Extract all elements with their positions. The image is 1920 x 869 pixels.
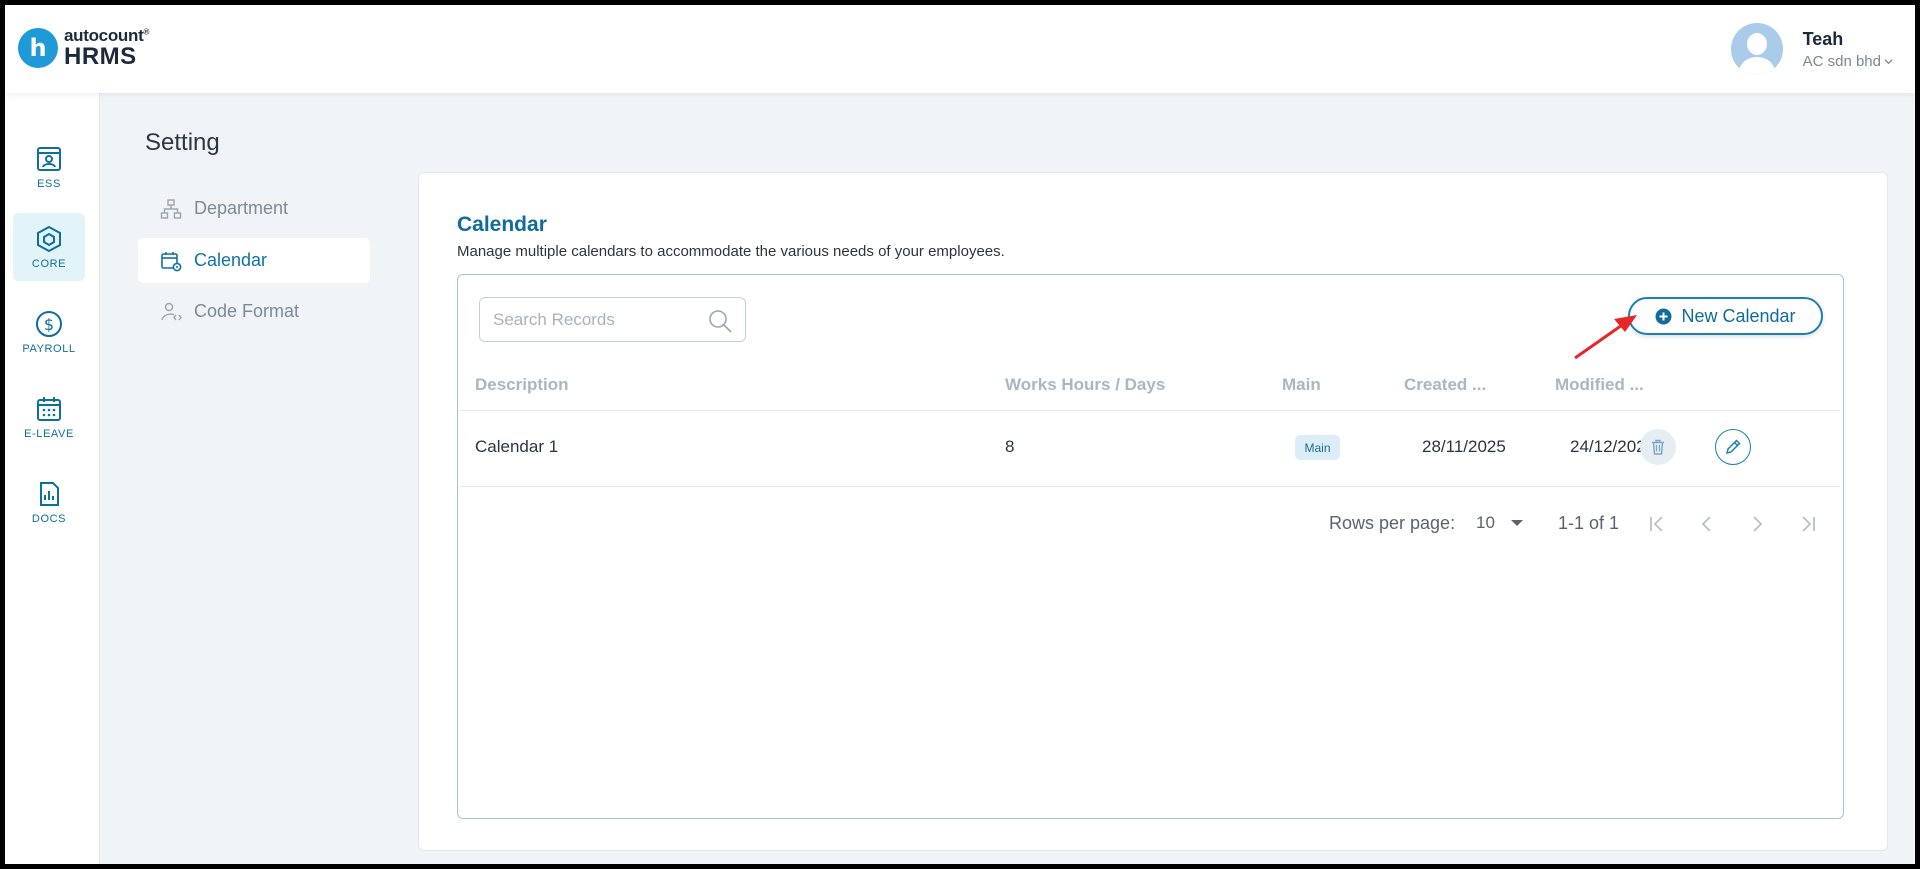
calendar-card: Calendar Manage multiple calendars to ac… bbox=[418, 172, 1888, 851]
rail-item-e-leave[interactable]: E-LEAVE bbox=[13, 383, 85, 451]
top-bar: h autocount® HRMS Teah AC sdn bhd bbox=[5, 5, 1915, 93]
rail-label: E-LEAVE bbox=[24, 427, 74, 440]
chevron-left-icon bbox=[1701, 516, 1711, 532]
submenu-item-calendar[interactable]: Calendar bbox=[138, 238, 370, 283]
calendar-gear-icon bbox=[161, 251, 182, 271]
submenu-item-code-format[interactable]: Code Format bbox=[138, 289, 370, 334]
submenu-label: Code Format bbox=[194, 301, 300, 321]
company-name: AC sdn bhd bbox=[1802, 52, 1881, 70]
column-header-created[interactable]: Created ... bbox=[1404, 375, 1486, 395]
submenu-label: Calendar bbox=[194, 250, 268, 270]
user-menu[interactable]: Teah AC sdn bhd bbox=[1730, 23, 1893, 75]
rows-per-page-select[interactable]: 10 bbox=[1476, 513, 1523, 533]
row-divider bbox=[460, 486, 1840, 487]
rail-item-payroll[interactable]: $ PAYROLL bbox=[13, 298, 85, 366]
chevron-down-icon bbox=[1884, 58, 1893, 64]
rail-label: CORE bbox=[31, 257, 67, 270]
user-code-icon bbox=[161, 302, 182, 320]
section-description: Manage multiple calendars to accommodate… bbox=[457, 243, 1005, 260]
pencil-icon bbox=[1725, 439, 1741, 455]
cell-created: 28/11/2025 bbox=[1422, 437, 1506, 456]
first-page-button[interactable] bbox=[1643, 510, 1671, 538]
company-selector[interactable]: AC sdn bhd bbox=[1803, 53, 1893, 70]
caret-down-icon bbox=[1510, 520, 1523, 526]
user-name: Teah bbox=[1802, 28, 1844, 49]
search-icon[interactable] bbox=[707, 308, 733, 334]
edit-button[interactable] bbox=[1715, 429, 1751, 465]
new-calendar-button[interactable]: New Calendar bbox=[1628, 297, 1823, 335]
page-range: 1-1 of 1 bbox=[1558, 513, 1620, 533]
core-icon bbox=[37, 225, 61, 252]
previous-page-button[interactable] bbox=[1693, 510, 1721, 538]
avatar[interactable] bbox=[1730, 23, 1783, 75]
header-divider bbox=[460, 410, 1840, 411]
delete-button[interactable] bbox=[1640, 429, 1676, 465]
org-chart-icon bbox=[160, 198, 182, 219]
module-rail: ESS CORE $ PAYROLL E-LEAVE DOCS bbox=[5, 93, 100, 864]
rows-per-page-value: 10 bbox=[1476, 513, 1495, 532]
rows-per-page-label: Rows per page: bbox=[1329, 513, 1456, 533]
logo-mark-icon: h bbox=[18, 28, 58, 68]
search-box[interactable] bbox=[479, 297, 746, 342]
submenu-label: Department bbox=[194, 198, 289, 218]
app-window: h autocount® HRMS Teah AC sdn bhd ESS CO… bbox=[5, 5, 1915, 864]
ess-icon bbox=[37, 146, 61, 171]
first-page-icon bbox=[1650, 516, 1663, 532]
rail-item-core[interactable]: CORE bbox=[13, 213, 85, 281]
section-title: Calendar bbox=[457, 213, 547, 236]
docs-icon bbox=[40, 481, 59, 506]
column-header-modified[interactable]: Modified ... bbox=[1555, 375, 1644, 395]
calendar-table: New Calendar Description Works Hours / D… bbox=[457, 274, 1844, 819]
column-header-work-hours[interactable]: Works Hours / Days bbox=[1005, 375, 1165, 395]
column-header-main[interactable]: Main bbox=[1282, 375, 1321, 395]
page-title: Setting bbox=[145, 129, 220, 156]
cell-description: Calendar 1 bbox=[475, 437, 559, 456]
next-page-button[interactable] bbox=[1743, 510, 1771, 538]
new-calendar-label: New Calendar bbox=[1681, 305, 1796, 326]
last-page-button[interactable] bbox=[1794, 510, 1822, 538]
chevron-right-icon bbox=[1753, 516, 1763, 532]
last-page-icon bbox=[1802, 516, 1815, 532]
rail-item-ess[interactable]: ESS bbox=[13, 133, 85, 201]
plus-circle-icon bbox=[1655, 308, 1672, 324]
svg-text:$: $ bbox=[44, 315, 54, 334]
app-logo[interactable]: h autocount® HRMS bbox=[18, 27, 149, 69]
payroll-icon: $ bbox=[36, 310, 62, 337]
logo-bottom-text: HRMS bbox=[64, 43, 137, 70]
trash-icon bbox=[1652, 439, 1664, 455]
rail-label: PAYROLL bbox=[22, 342, 76, 355]
calendar-grid-icon bbox=[37, 396, 61, 421]
cell-work-hours: 8 bbox=[1005, 437, 1015, 456]
main-badge: Main bbox=[1295, 435, 1340, 460]
rail-item-docs[interactable]: DOCS bbox=[13, 468, 85, 536]
search-input[interactable] bbox=[493, 309, 703, 330]
column-header-description[interactable]: Description bbox=[475, 375, 569, 395]
rail-label: ESS bbox=[37, 177, 61, 190]
submenu-item-department[interactable]: Department bbox=[138, 186, 370, 231]
rail-label: DOCS bbox=[31, 512, 67, 525]
